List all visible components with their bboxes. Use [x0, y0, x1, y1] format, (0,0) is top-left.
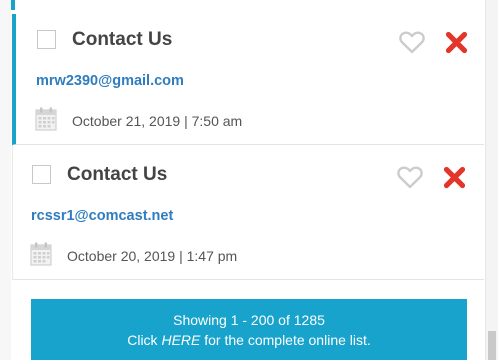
message-date: October 20, 2019 | 1:47 pm — [67, 248, 238, 264]
calendar-icon — [35, 107, 57, 131]
message-list-viewport: Contact Us mrw2390@gmail.com October 21,… — [0, 0, 498, 360]
select-checkbox[interactable] — [37, 30, 56, 49]
complete-list-text: Click HERE for the complete online list. — [31, 330, 467, 350]
x-icon[interactable] — [445, 31, 468, 54]
x-icon[interactable] — [443, 166, 466, 189]
message-title: Contact Us — [67, 164, 168, 185]
previous-item-accent — [11, 0, 15, 10]
here-link[interactable]: HERE — [161, 332, 200, 348]
scrollbar-track[interactable] — [485, 0, 498, 360]
message-item[interactable]: Contact Us rcssr1@comcast.net October 20… — [12, 145, 484, 280]
select-checkbox[interactable] — [32, 165, 51, 184]
message-item[interactable]: Contact Us mrw2390@gmail.com October 21,… — [12, 14, 484, 145]
message-title: Contact Us — [72, 29, 173, 50]
showing-count-text: Showing 1 - 200 of 1285 — [173, 312, 325, 328]
click-prefix-text: Click — [127, 332, 162, 348]
sender-email-link[interactable]: rcssr1@comcast.net — [31, 208, 173, 224]
heart-outline-icon[interactable] — [397, 166, 423, 189]
calendar-icon — [30, 242, 52, 266]
left-page-edge — [0, 0, 11, 360]
scrollbar-thumb[interactable] — [488, 331, 496, 360]
list-footer-banner: Showing 1 - 200 of 1285 Click HERE for t… — [31, 299, 467, 360]
click-suffix-text: for the complete online list. — [200, 332, 371, 348]
sender-email-link[interactable]: mrw2390@gmail.com — [36, 73, 184, 89]
heart-outline-icon[interactable] — [399, 31, 425, 54]
message-date: October 21, 2019 | 7:50 am — [72, 113, 243, 129]
